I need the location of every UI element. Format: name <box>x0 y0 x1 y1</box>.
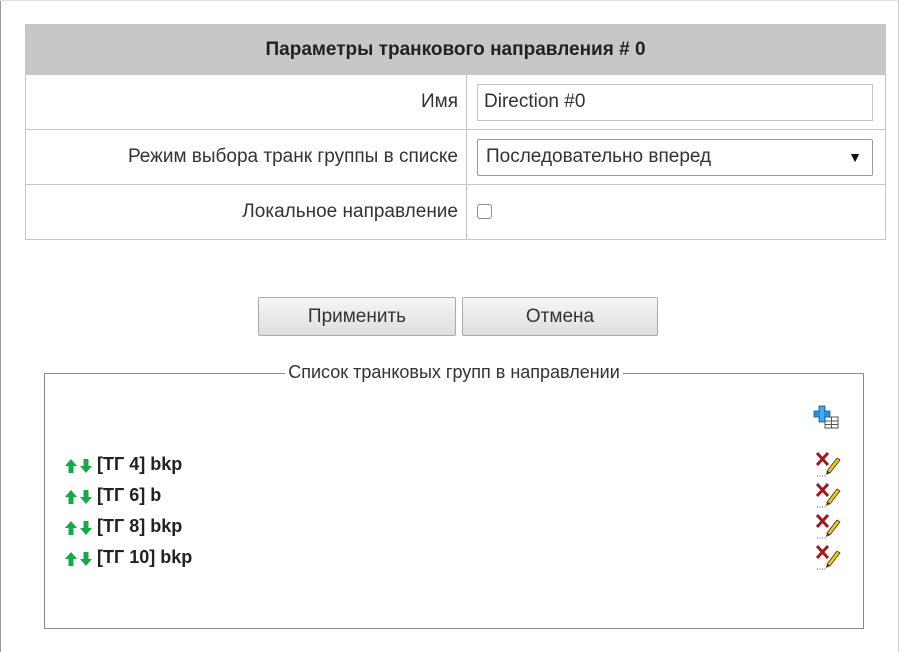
up-down-arrows-icon[interactable] <box>64 458 94 474</box>
direction-params-table: Параметры транкового направления # 0 Имя… <box>25 24 886 240</box>
delete-edit-icon[interactable] <box>813 542 843 572</box>
local-label: Локальное направление <box>25 184 467 240</box>
trunk-group-row: [ТГ 4] bkp <box>64 451 854 479</box>
trunk-groups-fieldset: Список транковых групп в направлении [ТГ… <box>44 362 864 629</box>
delete-edit-icon[interactable] <box>813 480 843 510</box>
cancel-button[interactable]: Отмена <box>462 297 658 336</box>
up-down-arrows-icon[interactable] <box>64 520 94 536</box>
trunk-groups-legend: Список транковых групп в направлении <box>285 362 623 382</box>
apply-button[interactable]: Применить <box>258 297 456 336</box>
trunk-group-name: [ТГ 8] bkp <box>97 516 183 536</box>
trunk-group-name: [ТГ 10] bkp <box>97 547 193 567</box>
table-title: Параметры транкового направления # 0 <box>25 24 886 75</box>
trunk-group-row: [ТГ 6] b <box>64 482 854 510</box>
trunk-group-row: [ТГ 8] bkp <box>64 513 854 541</box>
mode-row: Режим выбора транк группы в списке После… <box>25 129 886 185</box>
add-table-icon[interactable] <box>812 404 840 432</box>
frame-top-border <box>0 0 899 1</box>
local-row: Локальное направление <box>25 184 886 240</box>
delete-edit-icon[interactable] <box>813 449 843 479</box>
local-checkbox[interactable] <box>477 204 492 220</box>
up-down-arrows-icon[interactable] <box>64 551 94 567</box>
name-input[interactable] <box>477 83 873 121</box>
mode-label: Режим выбора транк группы в списке <box>25 129 467 185</box>
trunk-group-row: [ТГ 10] bkp <box>64 544 854 572</box>
name-label: Имя <box>25 74 467 130</box>
delete-edit-icon[interactable] <box>813 511 843 541</box>
trunk-group-name: [ТГ 4] bkp <box>97 454 183 474</box>
name-row: Имя <box>25 74 886 130</box>
trunk-group-name: [ТГ 6] b <box>97 485 162 505</box>
mode-select-value: Последовательно вперед <box>486 146 712 167</box>
chevron-down-icon: ▼ <box>848 149 862 165</box>
mode-select[interactable]: Последовательно вперед ▼ <box>477 138 873 176</box>
up-down-arrows-icon[interactable] <box>64 489 94 505</box>
